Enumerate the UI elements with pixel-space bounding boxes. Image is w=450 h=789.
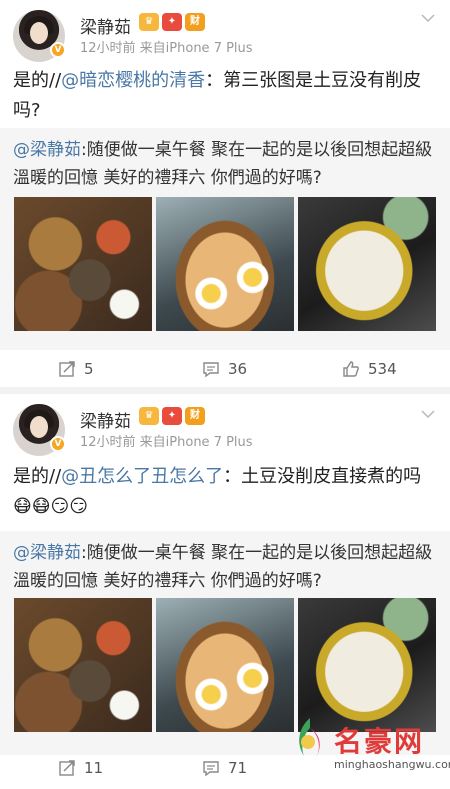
mention-link[interactable]: @丑怎么了丑怎么了 [61,466,223,487]
photo-pot-stew[interactable] [156,197,294,331]
action-bar: 5 36 534 [0,351,450,387]
verified-badge-icon: V [50,42,66,58]
photo-lunch-table[interactable] [14,598,152,732]
watermark-subtitle: minghaoshangwu.com [334,758,450,771]
mention-link[interactable]: @暗恋樱桃的清香 [61,70,205,91]
user-badges: ♛ ✦ 财 [139,13,205,31]
thumbs-up-icon [343,361,359,377]
post-text: 是的//@丑怎么了丑怎么了：土豆没削皮直接煮的吗😷😷😏😏 [13,462,438,522]
username[interactable]: 梁静茹 [80,13,131,38]
crown-badge-icon[interactable]: ♛ [139,13,159,31]
post-text-prefix: 是的// [13,70,62,91]
crown-badge-icon[interactable]: ♛ [139,407,159,425]
star-badge-icon[interactable]: ✦ [162,407,182,425]
repost-text: @梁静茹:随便做一桌午餐 聚在一起的是以後回想起超級溫暖的回憶 美好的禮拜六 你… [13,539,443,595]
post-text-prefix: 是的// [13,466,62,487]
star-badge-icon[interactable]: ✦ [162,13,182,31]
comment-count: 71 [228,759,248,777]
repost-button[interactable]: 5 [58,351,94,387]
chevron-down-icon[interactable] [420,406,436,422]
wealth-badge-icon[interactable]: 财 [185,13,205,31]
repost-icon [59,760,75,776]
wealth-badge-icon[interactable]: 财 [185,407,205,425]
post-meta: 12小时前 来自iPhone 7 Plus [80,435,253,450]
photo-soup-pot[interactable] [298,197,436,331]
watermark-title: 名豪网 [334,725,425,758]
site-watermark: 名豪网 minghaoshangwu.com [290,712,450,789]
username[interactable]: 梁静茹 [80,407,131,432]
like-count: 534 [368,360,397,378]
comment-icon [203,761,219,777]
user-badges: ♛ ✦ 财 [139,407,205,425]
repost-mention-link[interactable]: @梁静茹 [13,140,81,160]
weibo-post-1: V 梁静茹 ♛ ✦ 财 12小时前 来自iPhone 7 Plus 是的//@暗… [0,0,450,387]
watermark-logo-icon [299,718,320,762]
post-text: 是的//@暗恋樱桃的清香：第三张图是土豆没有削皮吗? [13,66,438,126]
post-meta: 12小时前 来自iPhone 7 Plus [80,41,253,56]
repost-mention-link[interactable]: @梁静茹 [13,543,81,563]
avatar-face [30,416,48,438]
comment-icon [203,362,219,378]
chevron-down-icon[interactable] [420,10,436,26]
repost-text: @梁静茹:随便做一桌午餐 聚在一起的是以後回想起超級溫暖的回憶 美好的禮拜六 你… [13,136,443,192]
photo-lunch-table[interactable] [14,197,152,331]
comment-button[interactable]: 71 [202,750,247,786]
verified-badge-icon: V [50,436,66,452]
repost-count: 11 [84,759,104,777]
repost-icon [59,361,75,377]
like-button[interactable]: 534 [342,351,397,387]
repost-count: 5 [84,360,94,378]
repost-button[interactable]: 11 [58,750,103,786]
photo-pot-stew[interactable] [156,598,294,732]
comment-count: 36 [228,360,248,378]
avatar-face [30,22,48,44]
comment-button[interactable]: 36 [202,351,247,387]
